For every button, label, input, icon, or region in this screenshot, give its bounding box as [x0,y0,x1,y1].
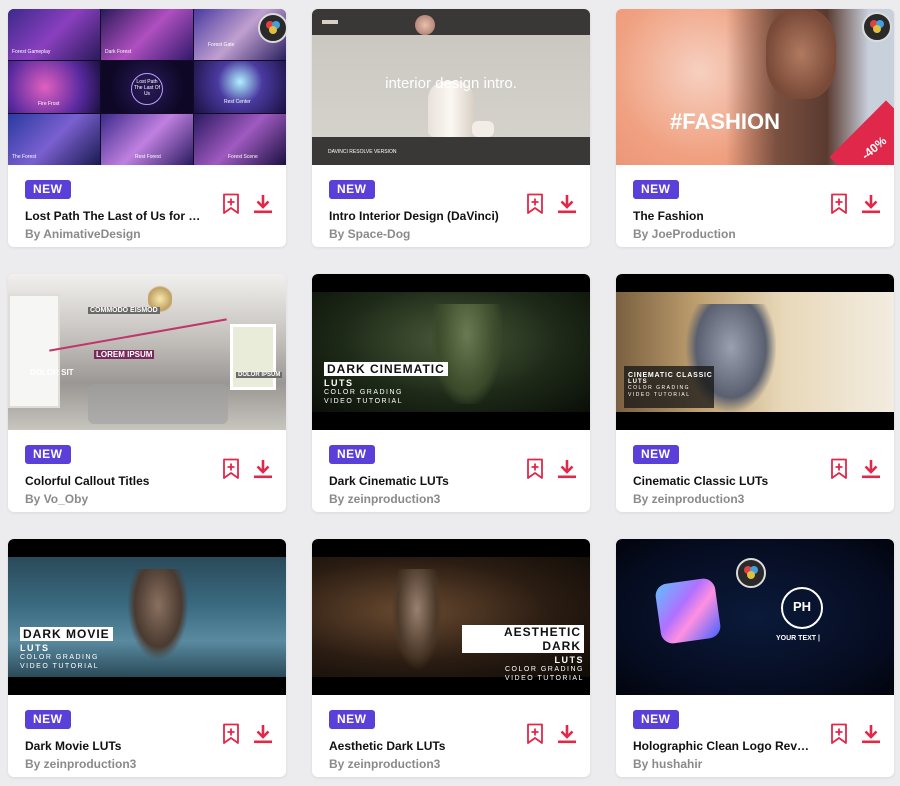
bookmark-plus-icon[interactable] [830,723,848,745]
card-author[interactable]: By zeinproduction3 [329,492,440,506]
thumbnail-headline: DARK MOVIE [20,627,113,641]
card-author[interactable]: By AnimativeDesign [25,227,141,241]
card-title[interactable]: Holographic Clean Logo Reveal [633,739,813,753]
template-card[interactable]: interior design intro. DAVINCI RESOLVE V… [312,9,590,247]
thumbnail-headline: CINEMATIC CLASSIC [628,372,713,379]
bookmark-plus-icon[interactable] [526,193,544,215]
tile-label: Forest Scene [228,153,258,160]
thumbnail-line: LUTS [20,643,50,653]
bookmark-plus-icon[interactable] [222,458,240,480]
download-icon[interactable] [253,724,273,744]
new-badge: NEW [25,180,71,199]
thumbnail-headline: AESTHETIC DARK [462,625,584,653]
new-badge: NEW [25,710,71,729]
download-icon[interactable] [861,724,881,744]
template-card[interactable]: Forest Gameplay Dark Forest Forest Gate … [8,9,286,247]
template-card[interactable]: DARK MOVIE LUTS COLOR GRADING VIDEO TUTO… [8,539,286,777]
thumbnail-line: COLOR GRADING [20,654,100,661]
template-card[interactable]: COMMODO EISMOD LOREM IPSUM DOLOR SIT DOL… [8,274,286,512]
download-icon[interactable] [253,459,273,479]
template-card[interactable]: #FASHION -40% NEW The Fashion By JoeProd… [616,9,894,247]
davinci-resolve-icon [258,13,286,43]
card-thumbnail[interactable]: CINEMATIC CLASSIC LUTS COLOR GRADING VID… [616,274,894,430]
card-thumbnail[interactable]: Forest Gameplay Dark Forest Forest Gate … [8,9,286,165]
thumbnail-line: COLOR GRADING [324,389,404,396]
download-icon[interactable] [253,194,273,214]
new-badge: NEW [25,445,71,464]
thumbnail-tagline: YOUR TEXT | [776,635,820,642]
card-thumbnail[interactable]: DARK MOVIE LUTS COLOR GRADING VIDEO TUTO… [8,539,286,695]
tile-label: Lost Path The Last Of Us [133,79,161,98]
tile-label: Forest Gate [208,42,235,49]
card-author[interactable]: By zeinproduction3 [633,492,744,506]
callout-title: DOLOR IPSUM [236,372,283,378]
callout-title: DOLOR SIT [30,368,74,377]
new-badge: NEW [329,710,375,729]
tile-label: The Forest [12,153,37,160]
card-thumbnail[interactable]: PH YOUR TEXT | [616,539,894,695]
card-title[interactable]: Lost Path The Last of Us for D... [25,209,205,223]
template-card[interactable]: CINEMATIC CLASSIC LUTS COLOR GRADING VID… [616,274,894,512]
bookmark-plus-icon[interactable] [526,723,544,745]
thumbnail-line: COLOR GRADING [628,385,691,391]
bookmark-plus-icon[interactable] [222,193,240,215]
davinci-resolve-icon [862,12,892,42]
tile-label: Forest Gameplay [12,49,51,56]
thumbnail-line: VIDEO TUTORIAL [628,392,691,398]
card-thumbnail[interactable]: interior design intro. DAVINCI RESOLVE V… [312,9,590,165]
card-thumbnail[interactable]: DARK CINEMATIC LUTS COLOR GRADING VIDEO … [312,274,590,430]
thumbnail-headline: DARK CINEMATIC [324,362,448,376]
card-title[interactable]: Dark Movie LUTs [25,739,205,753]
new-badge: NEW [329,445,375,464]
download-icon[interactable] [557,724,577,744]
card-author[interactable]: By Vo_Oby [25,492,88,506]
card-author[interactable]: By JoeProduction [633,227,736,241]
card-thumbnail[interactable]: AESTHETIC DARK LUTS COLOR GRADING VIDEO … [312,539,590,695]
tile-label: Rest Center [224,98,251,105]
card-author[interactable]: By zeinproduction3 [25,757,136,771]
bookmark-plus-icon[interactable] [222,723,240,745]
template-card[interactable]: DARK CINEMATIC LUTS COLOR GRADING VIDEO … [312,274,590,512]
thumbnail-headline: interior design intro. [385,75,517,92]
card-thumbnail[interactable]: COMMODO EISMOD LOREM IPSUM DOLOR SIT DOL… [8,274,286,430]
card-title[interactable]: Aesthetic Dark LUTs [329,739,509,753]
card-author[interactable]: By Space-Dog [329,227,410,241]
tile-label: Fire Frost [38,100,60,107]
callout-title: COMMODO EISMOD [88,307,160,314]
new-badge: NEW [633,180,679,199]
thumbnail-headline: #FASHION [670,109,781,134]
download-icon[interactable] [861,459,881,479]
bookmark-plus-icon[interactable] [526,458,544,480]
callout-title: LOREM IPSUM [94,350,155,359]
thumbnail-line: VIDEO TUTORIAL [324,398,404,405]
card-title[interactable]: Intro Interior Design (DaVinci) [329,209,509,223]
download-icon[interactable] [557,459,577,479]
thumbnail-line: LUTS [554,655,584,665]
card-author[interactable]: By hushahir [633,757,702,771]
bookmark-plus-icon[interactable] [830,458,848,480]
template-card[interactable]: AESTHETIC DARK LUTS COLOR GRADING VIDEO … [312,539,590,777]
tile-label: Rest Forest [135,153,161,160]
new-badge: NEW [329,180,375,199]
card-title[interactable]: The Fashion [633,209,813,223]
thumbnail-line: COLOR GRADING [504,666,584,673]
new-badge: NEW [633,710,679,729]
new-badge: NEW [633,445,679,464]
thumbnail-footer: DAVINCI RESOLVE VERSION [328,149,397,155]
card-thumbnail[interactable]: #FASHION -40% [616,9,894,165]
thumbnail-line: VIDEO TUTORIAL [504,675,584,682]
logo-mark: PH [792,599,812,614]
card-title[interactable]: Colorful Callout Titles [25,474,205,488]
thumbnail-line: VIDEO TUTORIAL [20,663,100,670]
davinci-resolve-icon [736,558,766,588]
thumbnail-line: LUTS [324,378,354,388]
card-title[interactable]: Cinematic Classic LUTs [633,474,813,488]
download-icon[interactable] [861,194,881,214]
template-card[interactable]: PH YOUR TEXT | NEW Holographic Clean Log… [616,539,894,777]
tile-label: Dark Forest [105,49,132,56]
download-icon[interactable] [557,194,577,214]
card-author[interactable]: By zeinproduction3 [329,757,440,771]
bookmark-plus-icon[interactable] [830,193,848,215]
card-title[interactable]: Dark Cinematic LUTs [329,474,509,488]
